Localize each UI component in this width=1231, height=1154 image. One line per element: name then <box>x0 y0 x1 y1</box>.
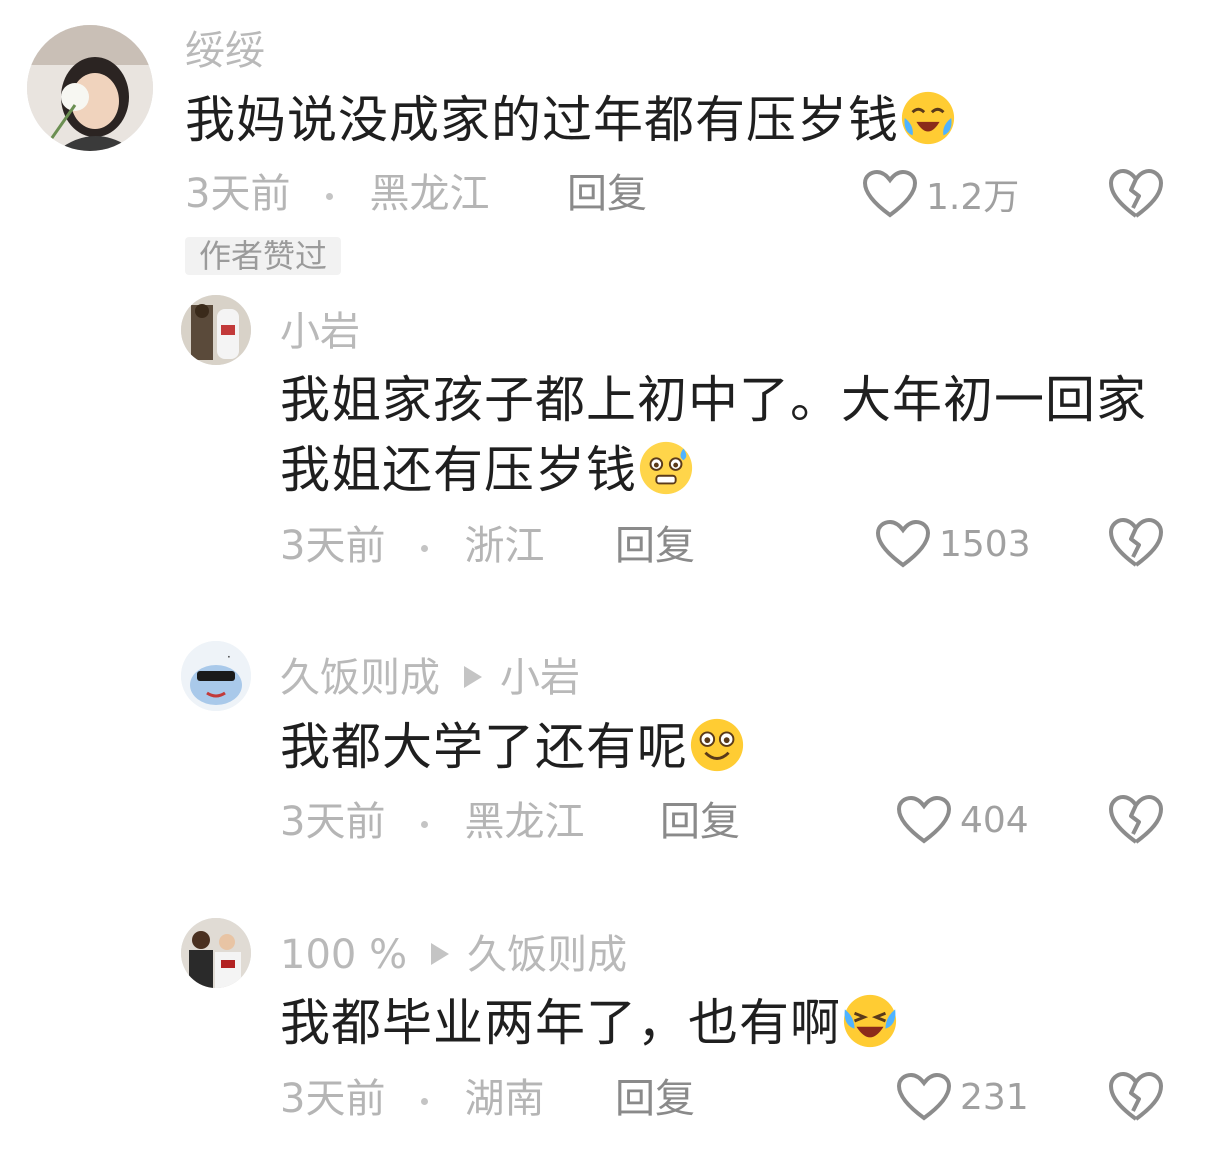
username: 久饭则成 小岩 <box>280 654 580 702</box>
comment-text: 我都毕业两年了，也有啊 <box>280 988 899 1058</box>
comment-text-content: 我都大学了还有呢 <box>280 718 688 776</box>
reply-button[interactable]: 回复 <box>615 1075 695 1123</box>
comment-text-content: 我姐还有压岁钱 <box>280 441 637 499</box>
broken-heart-icon[interactable] <box>1108 517 1164 569</box>
separator-dot <box>421 1097 429 1105</box>
comment-text: 我都大学了还有呢 <box>280 712 746 782</box>
broken-heart-icon[interactable] <box>1108 794 1164 846</box>
crying-laughing-emoji <box>901 91 955 144</box>
reply-to-username[interactable]: 小岩 <box>500 655 580 701</box>
reply-button[interactable]: 回复 <box>615 522 695 570</box>
reply-arrow-icon <box>431 943 450 965</box>
like-count: 231 <box>960 1076 1029 1118</box>
like-count: 1.2万 <box>926 177 1020 218</box>
avatar[interactable] <box>181 295 251 365</box>
smile-emoji <box>690 718 744 771</box>
separator-dot <box>421 820 429 828</box>
sweating-shy-emoji <box>639 441 693 494</box>
comment-meta: 3天前 黑龙江 <box>185 170 489 218</box>
comment-location: 浙江 <box>464 523 545 569</box>
like-button[interactable]: 231 <box>896 1069 1029 1125</box>
reply-to-username[interactable]: 久饭则成 <box>467 932 627 978</box>
comment-location: 湖南 <box>464 1076 545 1122</box>
reply-arrow-icon <box>464 666 482 688</box>
comment-text-line-2: 我姐还有压岁钱 <box>280 435 1147 505</box>
avatar[interactable] <box>181 918 251 988</box>
like-count: 1503 <box>939 523 1031 565</box>
avatar[interactable]: · <box>181 641 251 711</box>
heart-icon <box>896 795 952 844</box>
like-count: 404 <box>960 799 1029 841</box>
comment-time: 3天前 <box>280 523 386 569</box>
separator-dot <box>326 192 334 200</box>
username[interactable]: 小岩 <box>280 308 360 356</box>
comment-thread: 绥绥 我妈说没成家的过年都有压岁钱 3天前 黑龙江 回复 1.2万 作者赞过 小… <box>0 0 1231 1154</box>
reply-button[interactable]: 回复 <box>567 170 647 218</box>
like-button[interactable]: 404 <box>896 792 1029 848</box>
comment-location: 黑龙江 <box>464 799 585 845</box>
comment-location: 黑龙江 <box>369 171 490 217</box>
username[interactable]: 绥绥 <box>185 27 265 75</box>
broken-heart-icon[interactable] <box>1108 1071 1164 1123</box>
comment-text-content: 我妈说没成家的过年都有压岁钱 <box>185 91 899 149</box>
comment-text-content: 我都毕业两年了，也有啊 <box>280 994 841 1052</box>
heart-icon <box>896 1072 952 1121</box>
comment-time: 3天前 <box>280 799 386 845</box>
laughing-tears-emoji <box>843 994 897 1047</box>
heart-icon <box>862 169 918 218</box>
comment-text-line: 我姐家孩子都上初中了。大年初一回家 <box>280 371 1147 429</box>
like-button[interactable]: 1.2万 <box>862 166 1019 222</box>
comment-meta: 3天前 湖南 <box>280 1075 544 1123</box>
comment-time: 3天前 <box>280 1076 386 1122</box>
separator-dot <box>421 544 429 552</box>
comment-meta: 3天前 浙江 <box>280 522 544 570</box>
reply-button[interactable]: 回复 <box>660 798 740 846</box>
heart-icon <box>875 519 931 568</box>
broken-heart-icon[interactable] <box>1108 168 1164 220</box>
username-text[interactable]: 100 % <box>280 932 407 978</box>
username-text[interactable]: 久饭则成 <box>280 655 440 701</box>
svg-text:·: · <box>227 650 231 664</box>
comment-time: 3天前 <box>185 171 291 217</box>
author-liked-badge: 作者赞过 <box>185 237 342 275</box>
like-button[interactable]: 1503 <box>875 516 1031 572</box>
comment-text: 我妈说没成家的过年都有压岁钱 <box>185 85 957 155</box>
comment-meta: 3天前 黑龙江 <box>280 798 584 846</box>
avatar[interactable] <box>27 25 153 151</box>
comment-text: 我姐家孩子都上初中了。大年初一回家 我姐还有压岁钱 <box>280 365 1147 505</box>
username: 100 % 久饭则成 <box>280 931 627 979</box>
